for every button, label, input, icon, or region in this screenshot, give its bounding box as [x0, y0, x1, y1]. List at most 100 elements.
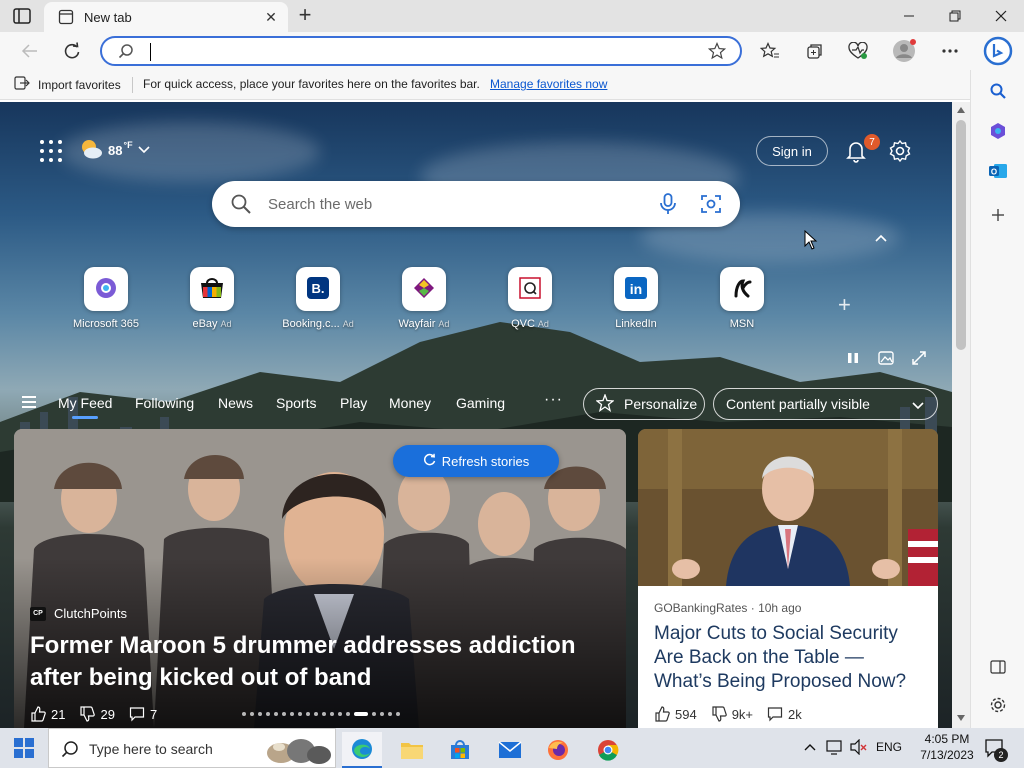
tab-sports[interactable]: Sports	[276, 395, 316, 411]
quicklink-qvc[interactable]: QVC Ad	[484, 267, 576, 330]
quicklink-msn[interactable]: MSN	[696, 267, 788, 330]
tab-actions-icon[interactable]	[10, 6, 34, 26]
quicklink-linkedin[interactable]: in LinkedIn	[590, 267, 682, 330]
sign-in-button[interactable]: Sign in	[756, 136, 828, 166]
like-button[interactable]: 21	[30, 706, 65, 722]
comment-icon	[129, 707, 145, 722]
restore-button[interactable]	[932, 0, 978, 32]
bing-chat-icon[interactable]	[982, 35, 1014, 67]
dislike-button[interactable]: 29	[79, 706, 115, 722]
quicklink-label: Wayfair	[398, 318, 436, 330]
collections-button[interactable]	[800, 37, 828, 65]
collapse-quicklinks-icon[interactable]	[874, 230, 888, 246]
manage-favorites-link[interactable]: Manage favorites now	[490, 77, 607, 91]
sidebar-hide-icon[interactable]	[985, 654, 1011, 680]
visual-search-icon[interactable]	[700, 193, 722, 218]
more-tabs-button[interactable]: ···	[544, 391, 563, 409]
favorites-button[interactable]	[756, 37, 784, 65]
quicklink-microsoft-365[interactable]: Microsoft 365	[60, 267, 152, 330]
sidebar-office-icon[interactable]	[985, 118, 1011, 144]
sidebar-add-icon[interactable]	[985, 202, 1011, 228]
notification-count-badge: 7	[864, 134, 880, 150]
weather-widget[interactable]: 88 °F	[78, 138, 151, 163]
personalize-button[interactable]: Personalize	[583, 388, 705, 420]
quicklink-ebay[interactable]: eBay Ad	[166, 267, 258, 330]
scrollbar-thumb[interactable]	[956, 120, 966, 350]
network-icon[interactable]	[826, 739, 844, 758]
tab-new-tab[interactable]: New tab ✕	[44, 2, 288, 32]
tab-news[interactable]: News	[218, 395, 253, 411]
taskbar-search-box[interactable]: Type here to search	[48, 728, 336, 768]
quicklink-booking[interactable]: B. Booking.c... Ad	[272, 267, 364, 330]
carousel-dots[interactable]	[242, 712, 400, 716]
close-tab-icon[interactable]: ✕	[262, 8, 280, 26]
content-visibility-dropdown[interactable]: Content partially visible	[713, 388, 938, 420]
tab-my-feed[interactable]: My Feed	[58, 395, 112, 419]
taskbar-firefox[interactable]	[538, 732, 578, 768]
taskbar-chrome[interactable]	[588, 732, 628, 768]
address-bar[interactable]	[100, 36, 742, 66]
volume-muted-icon[interactable]	[850, 738, 868, 758]
pause-icon[interactable]	[846, 351, 860, 368]
import-favorites-button[interactable]: Import favorites	[14, 76, 121, 93]
expand-icon[interactable]	[912, 351, 926, 368]
clutchpoints-logo: CP	[30, 606, 46, 621]
browser-toolbar	[0, 32, 1024, 70]
content-visibility-value: Content partially visible	[726, 396, 870, 412]
refresh-stories-button[interactable]: Refresh stories	[393, 445, 559, 477]
microphone-icon[interactable]	[658, 193, 678, 218]
taskbar-edge[interactable]	[342, 732, 382, 768]
scroll-up-icon[interactable]	[956, 106, 966, 114]
browser-essentials-icon[interactable]	[844, 37, 872, 65]
story-source: CP ClutchPoints	[30, 606, 127, 621]
windows-start-icon[interactable]	[14, 738, 34, 758]
image-info-icon[interactable]	[878, 351, 894, 368]
clock-time: 4:05 PM	[924, 732, 970, 746]
tab-play[interactable]: Play	[340, 395, 367, 411]
apps-launcher-icon[interactable]	[40, 139, 62, 162]
taskbar-mail[interactable]	[490, 732, 530, 768]
taskbar-store[interactable]	[440, 732, 480, 768]
add-favorite-star-icon[interactable]	[707, 41, 727, 63]
page-settings-gear-icon[interactable]	[888, 139, 912, 163]
weather-temperature: 88	[108, 143, 123, 158]
dislike-button[interactable]: 9k+	[711, 706, 753, 722]
story-reactions: 21 29 7	[30, 706, 157, 722]
sidebar-settings-icon[interactable]	[985, 692, 1011, 718]
back-button[interactable]	[16, 37, 44, 65]
tab-following[interactable]: Following	[135, 395, 194, 411]
quicklink-wayfair[interactable]: Wayfair Ad	[378, 267, 470, 330]
profile-avatar[interactable]	[890, 37, 918, 65]
show-hidden-icons-chevron[interactable]	[804, 741, 816, 755]
input-language[interactable]: ENG	[876, 740, 902, 754]
web-search-box[interactable]: Search the web	[212, 181, 740, 227]
minimize-button[interactable]	[886, 0, 932, 32]
microsoft-365-icon	[94, 276, 118, 303]
background-controls	[846, 351, 926, 368]
folder-icon	[401, 743, 423, 759]
side-story-card[interactable]: GOBankingRates · 10h ago Major Cuts to S…	[638, 429, 938, 728]
tab-money[interactable]: Money	[389, 395, 431, 411]
thumbs-down-icon	[712, 706, 727, 722]
side-story-headline[interactable]: Major Cuts to Social Security Are Back o…	[654, 622, 926, 694]
comments-button[interactable]: 2k	[767, 706, 802, 722]
refresh-button[interactable]	[58, 37, 86, 65]
taskbar-file-explorer[interactable]	[392, 732, 432, 768]
mouse-pointer-icon	[804, 229, 818, 253]
new-tab-button[interactable]: +	[292, 4, 318, 28]
page-scrollbar[interactable]	[952, 102, 970, 728]
close-window-button[interactable]	[978, 0, 1024, 32]
scroll-down-icon[interactable]	[956, 714, 966, 722]
menu-hamburger-icon[interactable]	[22, 396, 36, 408]
comments-button[interactable]: 7	[129, 706, 157, 722]
like-button[interactable]: 594	[654, 706, 697, 722]
sidebar-outlook-icon[interactable]: O	[985, 158, 1011, 184]
qvc-icon	[518, 276, 542, 303]
tab-gaming[interactable]: Gaming	[456, 395, 505, 411]
address-input[interactable]	[146, 43, 686, 61]
add-quicklink-icon[interactable]: +	[838, 292, 851, 318]
sidebar-search-icon[interactable]	[985, 78, 1011, 104]
settings-more-button[interactable]	[936, 37, 964, 65]
taskbar-clock[interactable]: 4:05 PM 7/13/2023	[912, 731, 982, 763]
story-headline[interactable]: Former Maroon 5 drummer addresses addict…	[30, 630, 620, 694]
